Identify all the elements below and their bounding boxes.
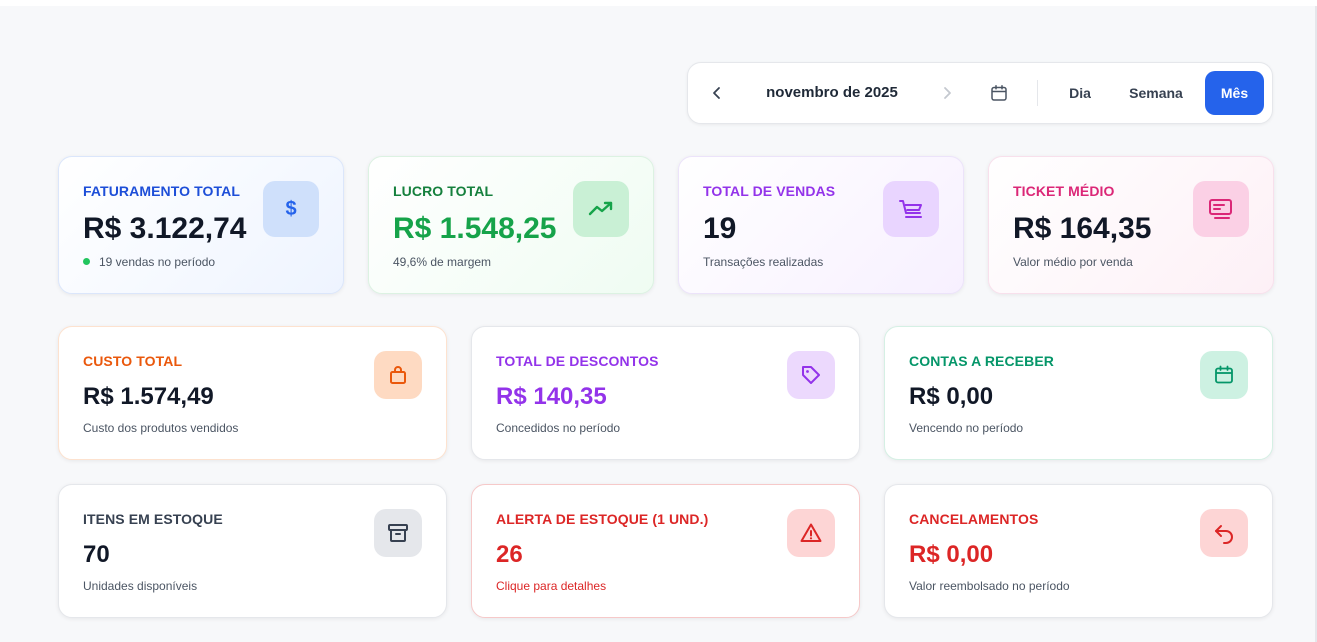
current-period-label: novembro de 2025 [766, 84, 898, 101]
ticket-card: TICKET MÉDIO R$ 164,35 Valor médio por v… [988, 156, 1274, 294]
card-label: TOTAL DE DESCONTOS [496, 353, 659, 369]
card-label: ITENS EM ESTOQUE [83, 511, 223, 527]
card-label: LUCRO TOTAL [393, 183, 494, 199]
card-value: R$ 3.122,74 [83, 212, 247, 245]
shopping-bag-icon [374, 351, 422, 399]
details-link[interactable]: Clique para detalhes [496, 579, 606, 593]
card-subtitle: Transações realizadas [703, 255, 824, 269]
chevron-right-icon [944, 87, 951, 99]
card-subtitle: Custo dos produtos vendidos [83, 421, 239, 435]
card-label: TICKET MÉDIO [1013, 183, 1115, 199]
card-label: TOTAL DE VENDAS [703, 183, 836, 199]
stock-card: ITENS EM ESTOQUE 70 Unidades disponíveis [58, 484, 447, 618]
card-value: R$ 1.548,25 [393, 212, 557, 245]
card-value: 19 [703, 212, 737, 245]
card-value: R$ 0,00 [909, 541, 994, 568]
card-value: R$ 140,35 [496, 383, 607, 410]
top-bar [0, 0, 1317, 6]
divider [1037, 80, 1038, 106]
card-value: R$ 0,00 [909, 383, 994, 410]
card-subtitle: Concedidos no período [496, 421, 621, 435]
view-day-button[interactable]: Dia [1054, 71, 1106, 115]
tag-icon [787, 351, 835, 399]
revenue-card: FATURAMENTO TOTAL R$ 3.122,74 19 vendas … [58, 156, 344, 294]
calendar-icon [991, 85, 1007, 101]
card-label: CANCELAMENTOS [909, 511, 1039, 527]
view-week-button[interactable]: Semana [1118, 71, 1194, 115]
discounts-card: TOTAL DE DESCONTOS R$ 140,35 Concedidos … [471, 326, 860, 460]
dollar-icon: $ [263, 181, 319, 237]
card-subtitle: 19 vendas no período [83, 255, 215, 269]
card-label: FATURAMENTO TOTAL [83, 183, 240, 199]
profit-card: LUCRO TOTAL R$ 1.548,25 49,6% de margem [368, 156, 654, 294]
cost-card: CUSTO TOTAL R$ 1.574,49 Custo dos produt… [58, 326, 447, 460]
cancellations-card: CANCELAMENTOS R$ 0,00 Valor reembolsado … [884, 484, 1273, 618]
date-navigator: novembro de 2025 Dia Semana Mês [687, 62, 1273, 124]
card-value: R$ 164,35 [1013, 212, 1152, 245]
sales-count-text: 19 vendas no período [99, 255, 216, 269]
card-subtitle: 49,6% de margem [393, 255, 492, 269]
card-value: R$ 1.574,49 [83, 383, 214, 410]
receipt-icon [1193, 181, 1249, 237]
card-label: ALERTA DE ESTOQUE (1 UND.) [496, 511, 709, 527]
card-subtitle: Vencendo no período [909, 421, 1024, 435]
next-period-button[interactable] [936, 82, 958, 104]
archive-icon [374, 509, 422, 557]
card-label: CUSTO TOTAL [83, 353, 183, 369]
receivables-card: CONTAS A RECEBER R$ 0,00 Vencendo no per… [884, 326, 1273, 460]
trending-up-icon [573, 181, 629, 237]
calendar-picker-button[interactable] [988, 82, 1010, 104]
card-label: CONTAS A RECEBER [909, 353, 1054, 369]
chevron-left-icon [713, 87, 720, 99]
undo-icon [1200, 509, 1248, 557]
previous-period-button[interactable] [706, 82, 728, 104]
card-value: 70 [83, 541, 110, 568]
view-month-button[interactable]: Mês [1205, 71, 1264, 115]
calendar-icon [1200, 351, 1248, 399]
sales-card: TOTAL DE VENDAS 19 Transações realizadas [678, 156, 964, 294]
card-subtitle: Unidades disponíveis [83, 579, 198, 593]
card-subtitle: Valor médio por venda [1013, 255, 1133, 269]
warning-icon [787, 509, 835, 557]
card-subtitle: Valor reembolsado no período [909, 579, 1070, 593]
status-dot [83, 258, 90, 266]
cart-icon [883, 181, 939, 237]
stock-alert-card[interactable]: ALERTA DE ESTOQUE (1 UND.) 26 Clique par… [471, 484, 860, 618]
card-value: 26 [496, 541, 523, 568]
